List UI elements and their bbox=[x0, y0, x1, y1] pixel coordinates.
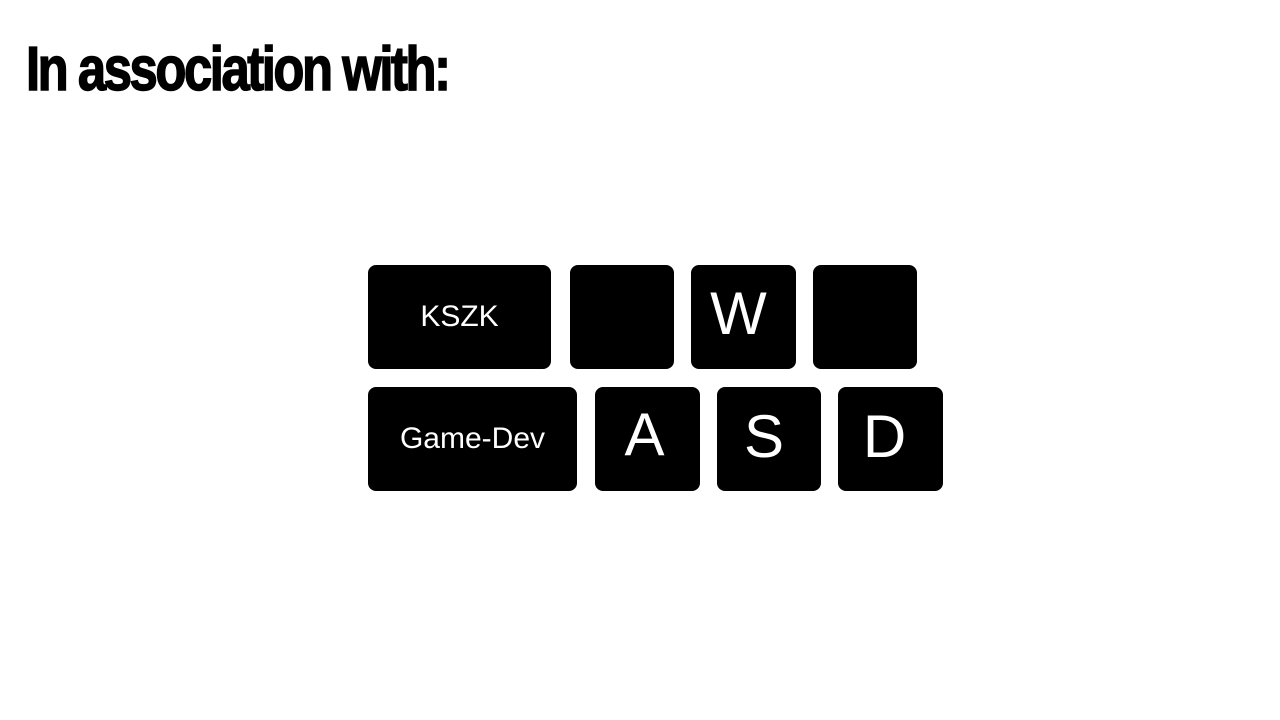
key-a-label: A bbox=[624, 400, 665, 468]
slide-title: In association with: bbox=[25, 34, 451, 105]
key-d: D bbox=[838, 387, 943, 491]
key-s: S bbox=[717, 387, 821, 491]
key-blank bbox=[813, 265, 917, 369]
key-kszk-label: KSZK bbox=[420, 300, 499, 333]
key-a: A bbox=[595, 387, 700, 491]
key-game-dev-label: Game-Dev bbox=[399, 422, 546, 455]
key-s-label: S bbox=[743, 402, 785, 470]
key-blank bbox=[570, 265, 674, 369]
key-game-dev: Game-Dev bbox=[368, 387, 577, 491]
key-d-label: D bbox=[862, 402, 907, 470]
key-kszk: KSZK bbox=[368, 265, 551, 369]
key-w-label: W bbox=[710, 279, 767, 347]
key-w: W bbox=[691, 265, 796, 369]
